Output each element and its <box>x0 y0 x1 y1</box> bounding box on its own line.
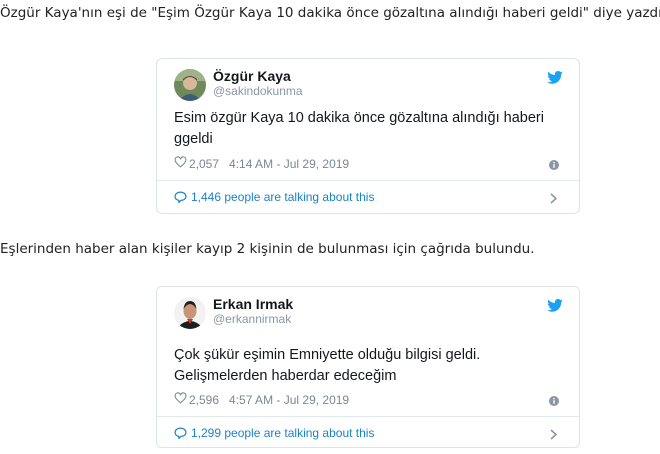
chevron-right-icon[interactable] <box>550 427 558 445</box>
tweet-meta: 2,057 4:14 AM - Jul 29, 2019 <box>174 156 349 171</box>
heart-icon[interactable] <box>174 156 187 171</box>
like-count[interactable]: 2,596 <box>189 393 219 407</box>
info-icon[interactable] <box>549 157 559 175</box>
twitter-bird-icon[interactable] <box>547 71 563 89</box>
heart-icon[interactable] <box>174 392 187 407</box>
avatar[interactable] <box>174 297 206 329</box>
divider <box>157 416 579 417</box>
twitter-bird-icon[interactable] <box>547 299 563 317</box>
article-paragraph: Özgür Kaya'nın eşi de "Eşim Özgür Kaya 1… <box>0 5 660 21</box>
avatar[interactable] <box>174 69 206 101</box>
tweet-timestamp[interactable]: 4:14 AM - Jul 29, 2019 <box>229 157 349 171</box>
comment-bubble-icon <box>174 427 187 439</box>
talking-count-label[interactable]: 1,446 people are talking about this <box>191 190 374 204</box>
tweet-text: Çok şükür eşimin Emniyette olduğu bilgis… <box>174 347 481 384</box>
tweet-timestamp[interactable]: 4:57 AM - Jul 29, 2019 <box>229 393 349 407</box>
divider <box>157 180 579 181</box>
tweet-text: Esim özgür Kaya 10 dakika önce gözaltına… <box>174 110 544 147</box>
like-count[interactable]: 2,057 <box>189 157 219 171</box>
author-handle[interactable]: @sakindokunma <box>213 84 303 98</box>
author-name[interactable]: Özgür Kaya <box>213 68 291 84</box>
embedded-tweet[interactable]: Erkan Irmak @erkannirmak Çok şükür eşimi… <box>156 286 580 448</box>
author-name[interactable]: Erkan Irmak <box>213 296 293 312</box>
embedded-tweet[interactable]: Özgür Kaya @sakindokunma Esim özgür Kaya… <box>156 58 580 214</box>
talking-count-label[interactable]: 1,299 people are talking about this <box>191 426 374 440</box>
conversation-link[interactable]: 1,299 people are talking about this <box>174 426 374 440</box>
author-handle[interactable]: @erkannirmak <box>213 312 291 326</box>
conversation-link[interactable]: 1,446 people are talking about this <box>174 190 374 204</box>
article-paragraph: Eşlerinden haber alan kişiler kayıp 2 ki… <box>0 241 535 257</box>
tweet-meta: 2,596 4:57 AM - Jul 29, 2019 <box>174 392 349 407</box>
info-icon[interactable] <box>549 393 559 411</box>
chevron-right-icon[interactable] <box>550 191 558 209</box>
comment-bubble-icon <box>174 191 187 203</box>
